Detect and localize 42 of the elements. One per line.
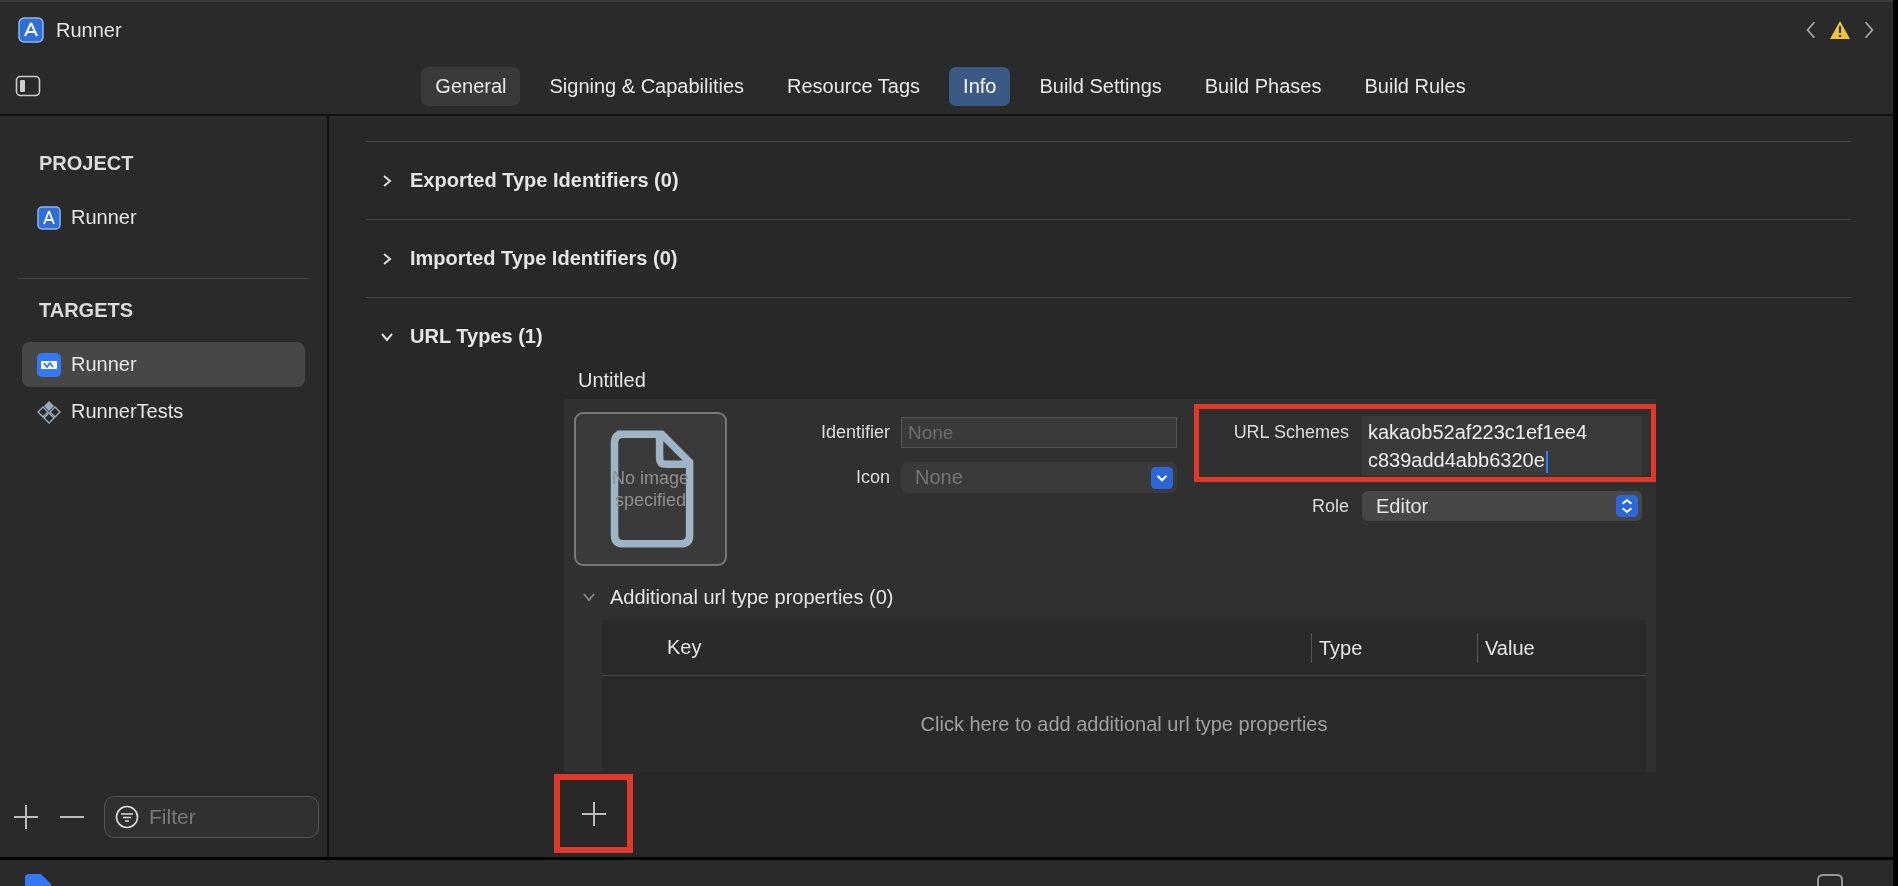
section-header: PROJECT [38, 152, 135, 175]
tab[interactable]: Resource Tags [773, 66, 935, 106]
field-label: Identifier [819, 422, 890, 443]
filter-field[interactable]: Filter [104, 796, 319, 838]
column-header[interactable]: Type [1311, 632, 1363, 663]
column-header[interactable]: Key [667, 636, 702, 659]
tab[interactable]: Build Phases [1190, 66, 1336, 106]
tab[interactable]: Info [949, 66, 1011, 106]
section-header[interactable]: Exported Type Identifiers (0) [366, 141, 1851, 219]
tab[interactable]: Build Rules [1350, 66, 1480, 106]
document-icon [25, 874, 51, 886]
field-label: URL Schemes [1232, 421, 1349, 443]
back-icon[interactable] [1805, 20, 1817, 40]
field-label: Icon [854, 467, 890, 488]
filter-icon [115, 805, 139, 829]
plus-icon [579, 799, 608, 828]
add-icon[interactable] [12, 803, 40, 831]
project-icon [37, 205, 61, 230]
role-dropdown[interactable]: Editor [1362, 491, 1642, 521]
section-header[interactable]: Imported Type Identifiers (0) [366, 219, 1851, 297]
column-header[interactable]: Value [1477, 632, 1535, 663]
tab[interactable]: Build Settings [1025, 66, 1176, 106]
warning-icon[interactable] [1829, 20, 1851, 40]
sidebar-toggle-icon[interactable] [15, 75, 41, 97]
diamonds-icon [37, 399, 61, 424]
window-title: Runner [56, 18, 122, 42]
forward-icon[interactable] [1863, 20, 1875, 40]
tab[interactable]: Signing & Capabilities [535, 66, 759, 106]
sidebar-item[interactable]: Runner [22, 342, 305, 387]
field-label: Role [1310, 495, 1349, 517]
stepper-arrows-icon [1616, 495, 1638, 517]
empty-table-hint[interactable]: Click here to add additional url type properties [920, 712, 1328, 736]
sidebar-item[interactable]: Runner [22, 195, 305, 240]
app-icon [18, 17, 44, 43]
text-cursor [1545, 450, 1548, 473]
tab[interactable]: General [421, 66, 521, 106]
sidebar-item[interactable]: RunnerTests [22, 389, 305, 434]
url-schemes-field[interactable]: kakaob52af223c1ef1ee4c839add4abb6320e [1362, 416, 1642, 476]
disclosure-row[interactable]: Additional url type properties (0) [574, 574, 1656, 620]
add-button[interactable] [554, 774, 633, 853]
section-header: TARGETS [38, 299, 135, 322]
target-icon [37, 352, 61, 377]
